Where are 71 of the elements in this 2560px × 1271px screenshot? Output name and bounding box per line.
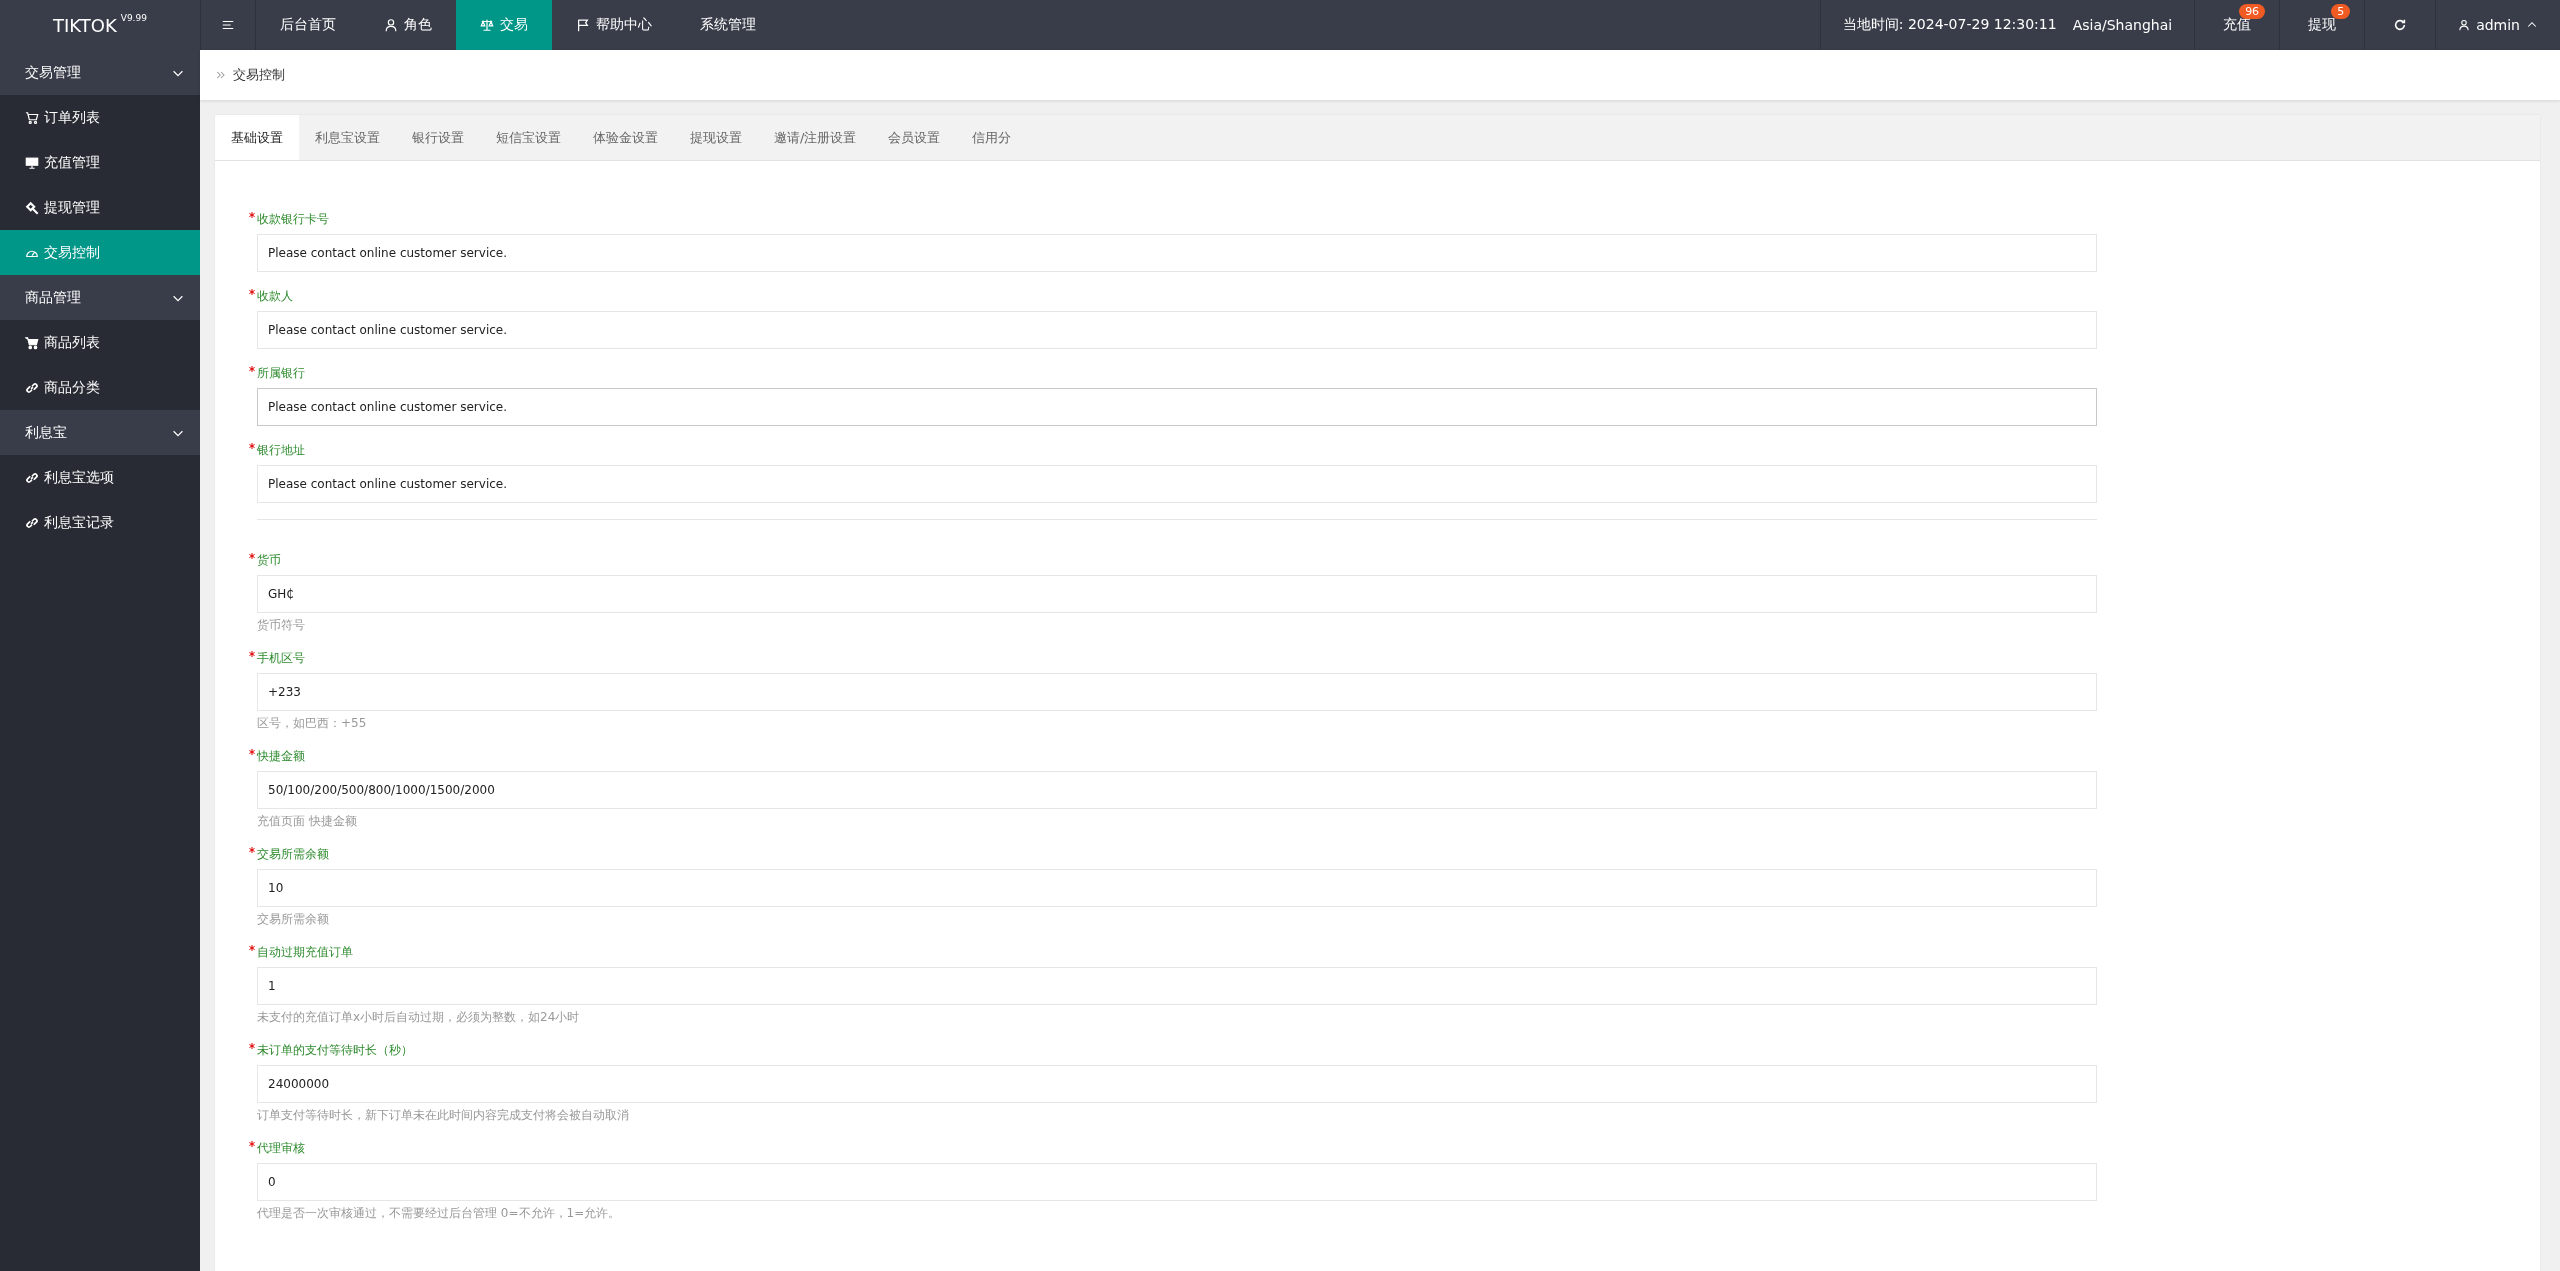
link-icon (25, 380, 39, 395)
help-text: 订单支付等待时长，新下订单未在此时间内容完成支付将会被自动取消 (257, 1107, 630, 1124)
menu-icon (221, 18, 235, 32)
input-field[interactable]: 24000000 (257, 1065, 2097, 1103)
header-link[interactable]: 充值 (2217, 16, 2258, 34)
count-badge: 96 (2239, 4, 2266, 19)
field-label: 自动过期充值订单 (257, 944, 353, 961)
user-icon (2458, 19, 2471, 31)
cart-icon (25, 110, 39, 125)
version-label: V9.99 (120, 13, 147, 23)
settings-tab[interactable]: 基础设置 (215, 115, 299, 160)
settings-tab[interactable]: 银行设置 (396, 115, 480, 160)
local-time: 当地时间: 2024-07-29 12:30:11 (1842, 16, 2057, 34)
field-label: 代理审核 (257, 1140, 305, 1157)
monitor-icon (25, 155, 39, 170)
nav-tab[interactable]: 后台首页 (256, 0, 360, 50)
input-field[interactable]: +233 (257, 673, 2097, 711)
cart-icon (25, 335, 39, 350)
field-label: 银行地址 (257, 442, 305, 459)
sidebar-item[interactable]: 交易控制 (0, 230, 200, 275)
input-field[interactable]: 50/100/200/500/800/1000/1500/2000 (257, 771, 2097, 809)
brand-name: TIKTOK (53, 14, 117, 36)
settings-tab[interactable]: 邀请/注册设置 (758, 115, 873, 160)
sidebar-group[interactable]: 利息宝 (0, 410, 200, 455)
timezone: Asia/Shanghai (2072, 17, 2173, 33)
link-icon (25, 515, 39, 530)
sidebar-group[interactable]: 商品管理 (0, 275, 200, 320)
input-field[interactable]: Please contact online customer service. (257, 388, 2097, 426)
input-field[interactable]: GH₵ (257, 575, 2097, 613)
settings-tab[interactable]: 利息宝设置 (299, 115, 396, 160)
flag-icon (576, 18, 590, 32)
sidebar-group[interactable]: 交易管理 (0, 50, 200, 95)
settings-tab[interactable]: 提现设置 (674, 115, 758, 160)
field-label: 快捷金额 (257, 748, 305, 765)
help-text: 未支付的充值订单x小时后自动过期，必须为整数，如24小时 (257, 1009, 581, 1026)
gavel-icon (25, 200, 39, 215)
nav-tab[interactable]: 角色 (360, 0, 456, 50)
refresh-icon (2393, 18, 2408, 32)
settings-tab[interactable]: 信用分 (956, 115, 1028, 160)
help-text: 区号，如巴西：+55 (257, 715, 368, 732)
double-chevron-icon (215, 69, 227, 81)
help-text: 代理是否一次审核通过，不需要经过后台管理 0=不允许，1=允许。 (257, 1205, 622, 1222)
field-label: 交易所需余额 (257, 846, 329, 863)
field-label: 收款银行卡号 (257, 211, 329, 228)
settings-tab[interactable]: 会员设置 (872, 115, 957, 160)
input-field[interactable]: 10 (257, 869, 2097, 907)
header-link[interactable]: 提现 (2302, 16, 2343, 34)
settings-tab[interactable]: 体验金设置 (577, 115, 674, 160)
help-text: 交易所需余额 (257, 911, 330, 928)
input-field[interactable]: Please contact online customer service. (257, 465, 2097, 503)
scale-icon (480, 18, 494, 32)
nav-tab[interactable]: 交易 (456, 0, 552, 50)
field-label: 所属银行 (257, 365, 305, 382)
input-field[interactable]: Please contact online customer service. (257, 311, 2097, 349)
count-badge: 5 (2331, 4, 2351, 19)
input-field[interactable]: 0 (257, 1163, 2097, 1201)
input-field[interactable]: 1 (257, 967, 2097, 1005)
field-label: 手机区号 (257, 650, 305, 667)
help-text: 货币符号 (257, 617, 306, 634)
settings-tab[interactable]: 短信宝设置 (480, 115, 577, 160)
user-icon (384, 18, 398, 32)
input-field[interactable]: Please contact online customer service. (257, 234, 2097, 272)
user-menu[interactable]: admin (2476, 17, 2520, 33)
link-icon (25, 470, 39, 485)
nav-tab[interactable]: 系统管理 (676, 0, 780, 50)
field-label: 收款人 (257, 288, 293, 305)
field-label: 未订单的支付等待时长（秒） (257, 1042, 413, 1059)
breadcrumb: 交易控制 (233, 66, 285, 84)
nav-tab[interactable]: 帮助中心 (552, 0, 676, 50)
help-text: 充值页面 快捷金额 (257, 813, 358, 830)
field-label: 货币 (257, 552, 281, 569)
